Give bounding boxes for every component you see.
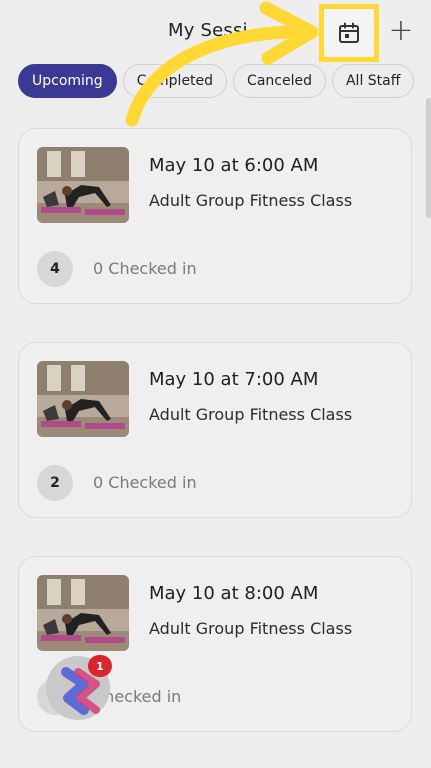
calendar-button[interactable] (324, 9, 374, 57)
filter-tabs: Upcoming Completed Canceled All Staff (18, 64, 415, 100)
class-thumbnail (37, 361, 129, 437)
tab-canceled[interactable]: Canceled (233, 64, 326, 98)
tab-completed[interactable]: Completed (122, 64, 228, 98)
session-class-name: Adult Group Fitness Class (149, 619, 353, 638)
attendee-count-badge: 4 (37, 251, 73, 287)
session-card[interactable]: May 10 at 6:00 AM Adult Group Fitness Cl… (18, 128, 412, 304)
session-time: May 10 at 8:00 AM (149, 583, 319, 604)
session-class-name: Adult Group Fitness Class (149, 405, 353, 424)
tab-all-staff[interactable]: All Staff (331, 64, 415, 98)
session-class-name: Adult Group Fitness Class (149, 191, 353, 210)
tab-upcoming[interactable]: Upcoming (18, 64, 117, 98)
scrollbar[interactable] (426, 98, 431, 218)
class-thumbnail (37, 575, 129, 651)
plus-icon: + (388, 13, 414, 48)
checked-in-status: 0 Checked in (93, 473, 197, 492)
attendee-count-badge: 2 (37, 465, 73, 501)
session-time: May 10 at 6:00 AM (149, 155, 319, 176)
session-time: May 10 at 7:00 AM (149, 369, 319, 390)
class-thumbnail (37, 147, 129, 223)
header: My Sessi + (0, 0, 431, 62)
page-title: My Sessi (168, 20, 248, 41)
checked-in-status: 0 Checked in (93, 259, 197, 278)
notification-badge: 1 (88, 655, 112, 677)
calendar-button-highlight[interactable] (319, 4, 379, 62)
calendar-icon (339, 22, 359, 43)
session-card[interactable]: May 10 at 7:00 AM Adult Group Fitness Cl… (18, 342, 412, 518)
add-session-button[interactable]: + (388, 16, 414, 46)
